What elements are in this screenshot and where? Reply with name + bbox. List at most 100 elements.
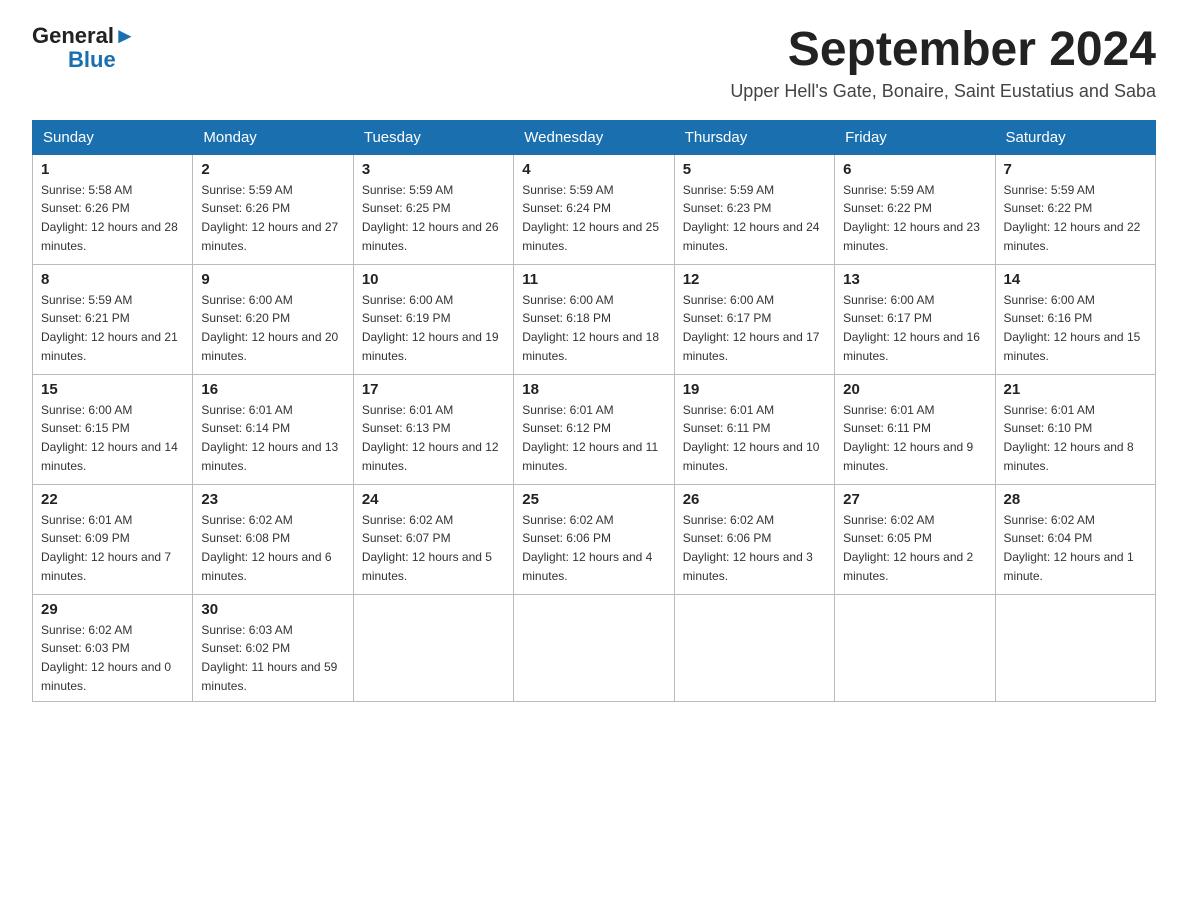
day-number: 10 (362, 271, 505, 288)
day-info: Sunrise: 6:03 AMSunset: 6:02 PMDaylight:… (201, 623, 337, 693)
calendar-day-cell (674, 594, 834, 701)
day-number: 4 (522, 161, 665, 178)
calendar-day-cell: 9 Sunrise: 6:00 AMSunset: 6:20 PMDayligh… (193, 264, 353, 374)
location-subtitle: Upper Hell's Gate, Bonaire, Saint Eustat… (730, 81, 1156, 102)
day-number: 16 (201, 381, 344, 398)
day-number: 3 (362, 161, 505, 178)
calendar-day-cell: 13 Sunrise: 6:00 AMSunset: 6:17 PMDaylig… (835, 264, 995, 374)
calendar-day-cell: 12 Sunrise: 6:00 AMSunset: 6:17 PMDaylig… (674, 264, 834, 374)
day-number: 19 (683, 381, 826, 398)
day-number: 23 (201, 491, 344, 508)
weekday-header-row: SundayMondayTuesdayWednesdayThursdayFrid… (33, 120, 1156, 154)
day-number: 18 (522, 381, 665, 398)
day-number: 24 (362, 491, 505, 508)
logo-blue: Blue (68, 48, 116, 72)
calendar-day-cell: 17 Sunrise: 6:01 AMSunset: 6:13 PMDaylig… (353, 374, 513, 484)
calendar-day-cell: 24 Sunrise: 6:02 AMSunset: 6:07 PMDaylig… (353, 484, 513, 594)
calendar-day-cell: 14 Sunrise: 6:00 AMSunset: 6:16 PMDaylig… (995, 264, 1155, 374)
calendar-day-cell: 22 Sunrise: 6:01 AMSunset: 6:09 PMDaylig… (33, 484, 193, 594)
day-info: Sunrise: 6:01 AMSunset: 6:13 PMDaylight:… (362, 403, 499, 473)
day-info: Sunrise: 5:59 AMSunset: 6:24 PMDaylight:… (522, 183, 659, 253)
day-info: Sunrise: 5:59 AMSunset: 6:22 PMDaylight:… (843, 183, 980, 253)
calendar-day-cell: 27 Sunrise: 6:02 AMSunset: 6:05 PMDaylig… (835, 484, 995, 594)
logo: General► Blue (32, 24, 136, 72)
calendar-day-cell: 29 Sunrise: 6:02 AMSunset: 6:03 PMDaylig… (33, 594, 193, 701)
weekday-header-thursday: Thursday (674, 120, 834, 154)
day-info: Sunrise: 6:02 AMSunset: 6:07 PMDaylight:… (362, 513, 492, 583)
day-info: Sunrise: 6:00 AMSunset: 6:17 PMDaylight:… (843, 293, 980, 363)
day-number: 15 (41, 381, 184, 398)
calendar-day-cell (353, 594, 513, 701)
calendar-day-cell: 1 Sunrise: 5:58 AMSunset: 6:26 PMDayligh… (33, 154, 193, 264)
day-info: Sunrise: 6:02 AMSunset: 6:06 PMDaylight:… (683, 513, 813, 583)
day-info: Sunrise: 6:02 AMSunset: 6:06 PMDaylight:… (522, 513, 652, 583)
day-info: Sunrise: 6:02 AMSunset: 6:04 PMDaylight:… (1004, 513, 1134, 583)
day-number: 12 (683, 271, 826, 288)
day-info: Sunrise: 6:00 AMSunset: 6:20 PMDaylight:… (201, 293, 338, 363)
day-number: 9 (201, 271, 344, 288)
day-number: 7 (1004, 161, 1147, 178)
calendar-day-cell: 16 Sunrise: 6:01 AMSunset: 6:14 PMDaylig… (193, 374, 353, 484)
day-info: Sunrise: 5:59 AMSunset: 6:21 PMDaylight:… (41, 293, 178, 363)
day-info: Sunrise: 6:01 AMSunset: 6:12 PMDaylight:… (522, 403, 658, 473)
calendar-day-cell: 18 Sunrise: 6:01 AMSunset: 6:12 PMDaylig… (514, 374, 674, 484)
day-number: 27 (843, 491, 986, 508)
calendar-day-cell: 5 Sunrise: 5:59 AMSunset: 6:23 PMDayligh… (674, 154, 834, 264)
day-info: Sunrise: 6:02 AMSunset: 6:08 PMDaylight:… (201, 513, 331, 583)
logo-triangle-icon: ► (114, 23, 136, 48)
day-number: 20 (843, 381, 986, 398)
weekday-header-tuesday: Tuesday (353, 120, 513, 154)
calendar-day-cell: 19 Sunrise: 6:01 AMSunset: 6:11 PMDaylig… (674, 374, 834, 484)
calendar-day-cell: 11 Sunrise: 6:00 AMSunset: 6:18 PMDaylig… (514, 264, 674, 374)
calendar-day-cell: 2 Sunrise: 5:59 AMSunset: 6:26 PMDayligh… (193, 154, 353, 264)
calendar-day-cell: 7 Sunrise: 5:59 AMSunset: 6:22 PMDayligh… (995, 154, 1155, 264)
day-info: Sunrise: 5:59 AMSunset: 6:22 PMDaylight:… (1004, 183, 1141, 253)
day-number: 1 (41, 161, 184, 178)
calendar-day-cell: 20 Sunrise: 6:01 AMSunset: 6:11 PMDaylig… (835, 374, 995, 484)
day-info: Sunrise: 6:00 AMSunset: 6:18 PMDaylight:… (522, 293, 659, 363)
day-number: 8 (41, 271, 184, 288)
day-info: Sunrise: 6:00 AMSunset: 6:16 PMDaylight:… (1004, 293, 1141, 363)
calendar-week-row: 22 Sunrise: 6:01 AMSunset: 6:09 PMDaylig… (33, 484, 1156, 594)
calendar-day-cell (514, 594, 674, 701)
day-info: Sunrise: 6:01 AMSunset: 6:09 PMDaylight:… (41, 513, 171, 583)
calendar-day-cell: 15 Sunrise: 6:00 AMSunset: 6:15 PMDaylig… (33, 374, 193, 484)
day-number: 21 (1004, 381, 1147, 398)
day-number: 22 (41, 491, 184, 508)
month-year-title: September 2024 (730, 24, 1156, 77)
day-info: Sunrise: 5:59 AMSunset: 6:23 PMDaylight:… (683, 183, 820, 253)
day-info: Sunrise: 6:00 AMSunset: 6:19 PMDaylight:… (362, 293, 499, 363)
calendar-table: SundayMondayTuesdayWednesdayThursdayFrid… (32, 120, 1156, 702)
day-number: 25 (522, 491, 665, 508)
calendar-day-cell: 26 Sunrise: 6:02 AMSunset: 6:06 PMDaylig… (674, 484, 834, 594)
day-info: Sunrise: 6:01 AMSunset: 6:10 PMDaylight:… (1004, 403, 1134, 473)
day-number: 11 (522, 271, 665, 288)
calendar-day-cell: 23 Sunrise: 6:02 AMSunset: 6:08 PMDaylig… (193, 484, 353, 594)
calendar-week-row: 8 Sunrise: 5:59 AMSunset: 6:21 PMDayligh… (33, 264, 1156, 374)
calendar-day-cell: 21 Sunrise: 6:01 AMSunset: 6:10 PMDaylig… (995, 374, 1155, 484)
calendar-day-cell (995, 594, 1155, 701)
weekday-header-wednesday: Wednesday (514, 120, 674, 154)
calendar-day-cell: 30 Sunrise: 6:03 AMSunset: 6:02 PMDaylig… (193, 594, 353, 701)
weekday-header-friday: Friday (835, 120, 995, 154)
day-number: 5 (683, 161, 826, 178)
day-info: Sunrise: 5:58 AMSunset: 6:26 PMDaylight:… (41, 183, 178, 253)
day-number: 13 (843, 271, 986, 288)
calendar-day-cell: 6 Sunrise: 5:59 AMSunset: 6:22 PMDayligh… (835, 154, 995, 264)
calendar-day-cell: 28 Sunrise: 6:02 AMSunset: 6:04 PMDaylig… (995, 484, 1155, 594)
day-info: Sunrise: 6:00 AMSunset: 6:15 PMDaylight:… (41, 403, 178, 473)
day-number: 17 (362, 381, 505, 398)
calendar-day-cell: 10 Sunrise: 6:00 AMSunset: 6:19 PMDaylig… (353, 264, 513, 374)
calendar-day-cell: 4 Sunrise: 5:59 AMSunset: 6:24 PMDayligh… (514, 154, 674, 264)
title-area: September 2024 Upper Hell's Gate, Bonair… (730, 24, 1156, 102)
day-info: Sunrise: 6:01 AMSunset: 6:11 PMDaylight:… (843, 403, 973, 473)
weekday-header-saturday: Saturday (995, 120, 1155, 154)
calendar-day-cell: 25 Sunrise: 6:02 AMSunset: 6:06 PMDaylig… (514, 484, 674, 594)
calendar-week-row: 15 Sunrise: 6:00 AMSunset: 6:15 PMDaylig… (33, 374, 1156, 484)
day-number: 28 (1004, 491, 1147, 508)
page-header: General► Blue September 2024 Upper Hell'… (32, 24, 1156, 102)
day-info: Sunrise: 6:01 AMSunset: 6:14 PMDaylight:… (201, 403, 338, 473)
day-info: Sunrise: 6:02 AMSunset: 6:05 PMDaylight:… (843, 513, 973, 583)
calendar-day-cell (835, 594, 995, 701)
day-number: 2 (201, 161, 344, 178)
